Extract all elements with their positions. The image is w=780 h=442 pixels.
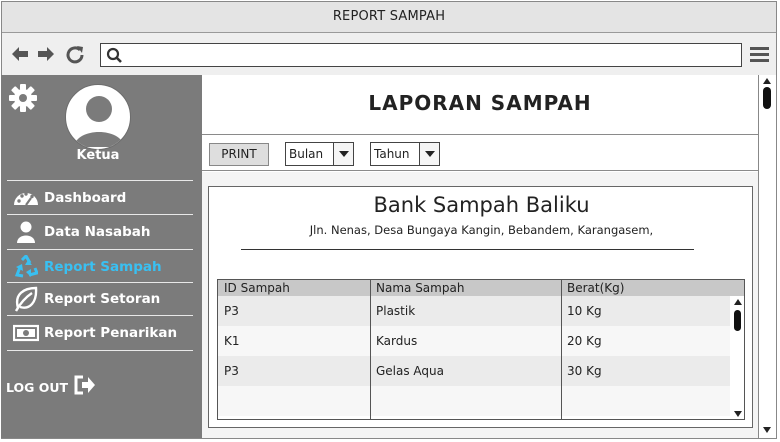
waste-table: ID Sampah Nama Sampah Berat(Kg) P3 Plast… [217, 279, 745, 420]
table-row[interactable]: K1 Kardus 20 Kg [218, 326, 730, 356]
divider [7, 282, 193, 283]
cell-id: P3 [224, 304, 239, 318]
column-header-weight: Berat(Kg) [567, 281, 625, 295]
month-select-value: Bulan [289, 147, 324, 161]
avatar [65, 84, 131, 150]
page-scrollbar[interactable] [758, 75, 776, 438]
sidebar: Ketua Dashboard Data Nasabah Report Samp… [1, 75, 202, 438]
sign-out-icon [74, 375, 96, 399]
year-select[interactable]: Tahun [370, 142, 440, 166]
table-row[interactable]: P3 Plastik 10 Kg [218, 296, 730, 326]
column-divider [370, 280, 371, 419]
sidebar-item-label: Report Sampah [44, 259, 162, 275]
browser-toolbar [2, 33, 776, 76]
column-header-id: ID Sampah [224, 281, 290, 295]
chevron-down-icon [333, 143, 353, 165]
page-title: LAPORAN SAMPAH [202, 75, 758, 135]
leaf-icon [13, 286, 39, 312]
month-select[interactable]: Bulan [285, 142, 354, 166]
speedometer-icon [13, 185, 39, 211]
hamburger-menu-icon[interactable] [750, 45, 769, 64]
report-document: Bank Sampah Baliku Jln. Nenas, Desa Bung… [208, 186, 753, 428]
cell-name: Gelas Aqua [376, 364, 445, 378]
sidebar-item-report-penarikan[interactable]: Report Penarikan [13, 318, 197, 348]
table-row[interactable]: P3 Gelas Aqua 30 Kg [218, 356, 730, 386]
arrow-left-icon[interactable] [10, 44, 30, 64]
user-role: Ketua [76, 148, 120, 163]
report-area: Bank Sampah Baliku Jln. Nenas, Desa Bung… [202, 172, 758, 438]
cell-name: Kardus [376, 334, 418, 348]
gear-icon[interactable] [8, 83, 38, 113]
table-scrollbar[interactable] [730, 296, 744, 419]
sidebar-item-label: Report Penarikan [44, 325, 178, 341]
user-icon [13, 219, 39, 245]
logout-button[interactable]: LOG OUT [6, 375, 96, 399]
organization-address: Jln. Nenas, Desa Bungaya Kangin, Bebande… [309, 223, 654, 237]
search-icon [106, 47, 123, 64]
sidebar-item-label: Data Nasabah [44, 224, 151, 240]
scroll-down-icon[interactable] [763, 427, 771, 433]
header-divider [241, 249, 694, 250]
cell-weight: 20 Kg [567, 334, 602, 348]
cell-weight: 10 Kg [567, 304, 602, 318]
chevron-down-icon [419, 143, 439, 165]
divider [7, 315, 193, 316]
money-icon [13, 320, 39, 346]
scroll-down-icon[interactable] [734, 411, 742, 417]
logout-label: LOG OUT [6, 379, 69, 395]
cell-id: K1 [224, 334, 240, 348]
sidebar-item-label: Report Setoran [44, 291, 161, 307]
window-title: REPORT SAMPAH [2, 2, 776, 33]
organization-name: Bank Sampah Baliku [373, 193, 590, 217]
sidebar-item-data-nasabah[interactable]: Data Nasabah [13, 217, 197, 247]
divider [7, 249, 193, 250]
recycle-icon [13, 254, 39, 280]
arrow-right-icon[interactable] [36, 44, 56, 64]
table-row-empty [218, 386, 730, 416]
column-header-name: Nama Sampah [376, 281, 465, 295]
sidebar-item-label: Dashboard [44, 190, 127, 206]
scroll-up-icon[interactable] [734, 299, 742, 305]
sidebar-item-dashboard[interactable]: Dashboard [13, 183, 197, 213]
cell-name: Plastik [376, 304, 416, 318]
reload-icon[interactable] [65, 44, 85, 64]
scroll-thumb[interactable] [763, 87, 771, 109]
divider [7, 180, 193, 181]
sidebar-item-report-sampah[interactable]: Report Sampah [13, 252, 197, 282]
scroll-thumb[interactable] [734, 310, 741, 331]
print-button[interactable]: PRINT [209, 143, 269, 166]
year-select-value: Tahun [374, 147, 410, 161]
cell-weight: 30 Kg [567, 364, 602, 378]
table-header: ID Sampah Nama Sampah Berat(Kg) [218, 280, 744, 296]
scroll-up-icon[interactable] [763, 78, 771, 84]
cell-id: P3 [224, 364, 239, 378]
filter-bar: PRINT Bulan Tahun [202, 135, 758, 171]
address-bar[interactable] [100, 43, 742, 67]
column-divider [561, 280, 562, 419]
sidebar-item-report-setoran[interactable]: Report Setoran [13, 284, 197, 314]
divider [7, 350, 193, 351]
divider [7, 214, 193, 215]
main-content: LAPORAN SAMPAH PRINT Bulan Tahun Bank Sa… [202, 75, 758, 438]
